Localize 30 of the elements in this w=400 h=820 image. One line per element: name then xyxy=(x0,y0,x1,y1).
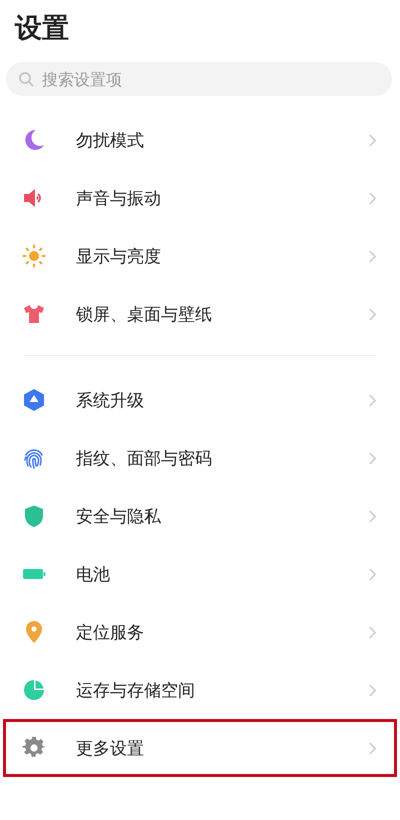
chevron-icon xyxy=(368,740,377,756)
shirt-icon xyxy=(22,302,46,326)
chevron-icon xyxy=(368,508,377,524)
settings-item[interactable]: 勿扰模式 xyxy=(3,111,397,169)
chevron-icon xyxy=(368,248,377,264)
settings-item[interactable]: 电池 xyxy=(3,545,397,603)
settings-item[interactable]: 指纹、面部与密码 xyxy=(3,429,397,487)
hexagon-icon xyxy=(22,388,46,412)
chevron-icon xyxy=(368,624,377,640)
chevron-icon xyxy=(368,132,377,148)
settings-item[interactable]: 显示与亮度 xyxy=(3,227,397,285)
chevron-icon xyxy=(368,392,377,408)
pie-chart-icon xyxy=(22,678,46,702)
chevron-icon xyxy=(368,190,377,206)
settings-item[interactable]: 定位服务 xyxy=(3,603,397,661)
sun-icon xyxy=(22,244,46,268)
settings-item[interactable]: 锁屏、桌面与壁纸 xyxy=(3,285,397,343)
search-field[interactable]: 搜索设置项 xyxy=(6,62,392,96)
chevron-icon xyxy=(368,450,377,466)
settings-item[interactable]: 运存与存储空间 xyxy=(3,661,397,719)
page-title: 设置 xyxy=(14,12,70,46)
settings-item[interactable]: 系统升级 xyxy=(3,371,397,429)
settings-item[interactable]: 声音与振动 xyxy=(3,169,397,227)
chevron-icon xyxy=(368,306,377,322)
settings-icon xyxy=(22,736,46,760)
shield-icon xyxy=(22,504,46,528)
settings-item[interactable]: 更多设置 xyxy=(3,719,397,777)
chevron-icon xyxy=(368,566,377,582)
chevron-icon xyxy=(368,682,377,698)
settings-item[interactable]: 安全与隐私 xyxy=(3,487,397,545)
